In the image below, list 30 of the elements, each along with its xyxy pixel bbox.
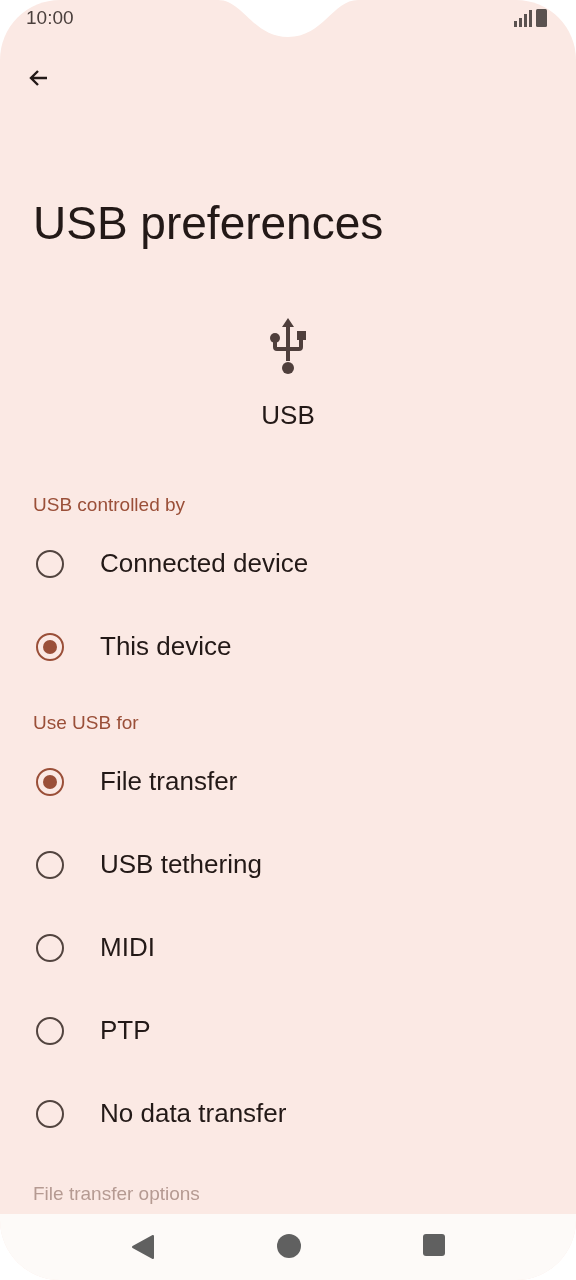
- status-time: 10:00: [26, 5, 74, 30]
- option-label: This device: [100, 630, 232, 663]
- radio-button[interactable]: [36, 549, 64, 578]
- radio-option[interactable]: No data transfer: [0, 1072, 576, 1155]
- radio-button[interactable]: [36, 632, 64, 661]
- back-icon[interactable]: [131, 1234, 155, 1260]
- option-label: No data transfer: [100, 1097, 287, 1130]
- radio-button[interactable]: [36, 1016, 64, 1045]
- section-header: USB controlled by: [33, 492, 186, 517]
- radio-option[interactable]: USB tethering: [0, 823, 576, 906]
- section-header: Use USB for: [33, 710, 139, 735]
- home-icon[interactable]: [277, 1234, 301, 1258]
- option-label: Connected device: [100, 547, 309, 580]
- radio-option[interactable]: File transfer: [0, 740, 576, 823]
- option-label: File transfer: [100, 765, 238, 798]
- radio-button[interactable]: [36, 767, 64, 796]
- radio-button[interactable]: [36, 933, 64, 962]
- option-label: USB tethering: [100, 848, 262, 881]
- option-label: MIDI: [100, 931, 155, 964]
- radio-option[interactable]: PTP: [0, 989, 576, 1072]
- signal-battery-icon: [514, 9, 550, 27]
- radio-button[interactable]: [36, 1099, 64, 1128]
- section-header: File transfer options: [33, 1182, 200, 1204]
- radio-button[interactable]: [36, 850, 64, 879]
- radio-option[interactable]: MIDI: [0, 906, 576, 989]
- option-label: PTP: [100, 1014, 151, 1047]
- radio-option[interactable]: This device: [0, 605, 576, 688]
- radio-option[interactable]: Connected device: [0, 522, 576, 605]
- usb-icon: [267, 316, 309, 376]
- usb-label: USB: [261, 399, 315, 432]
